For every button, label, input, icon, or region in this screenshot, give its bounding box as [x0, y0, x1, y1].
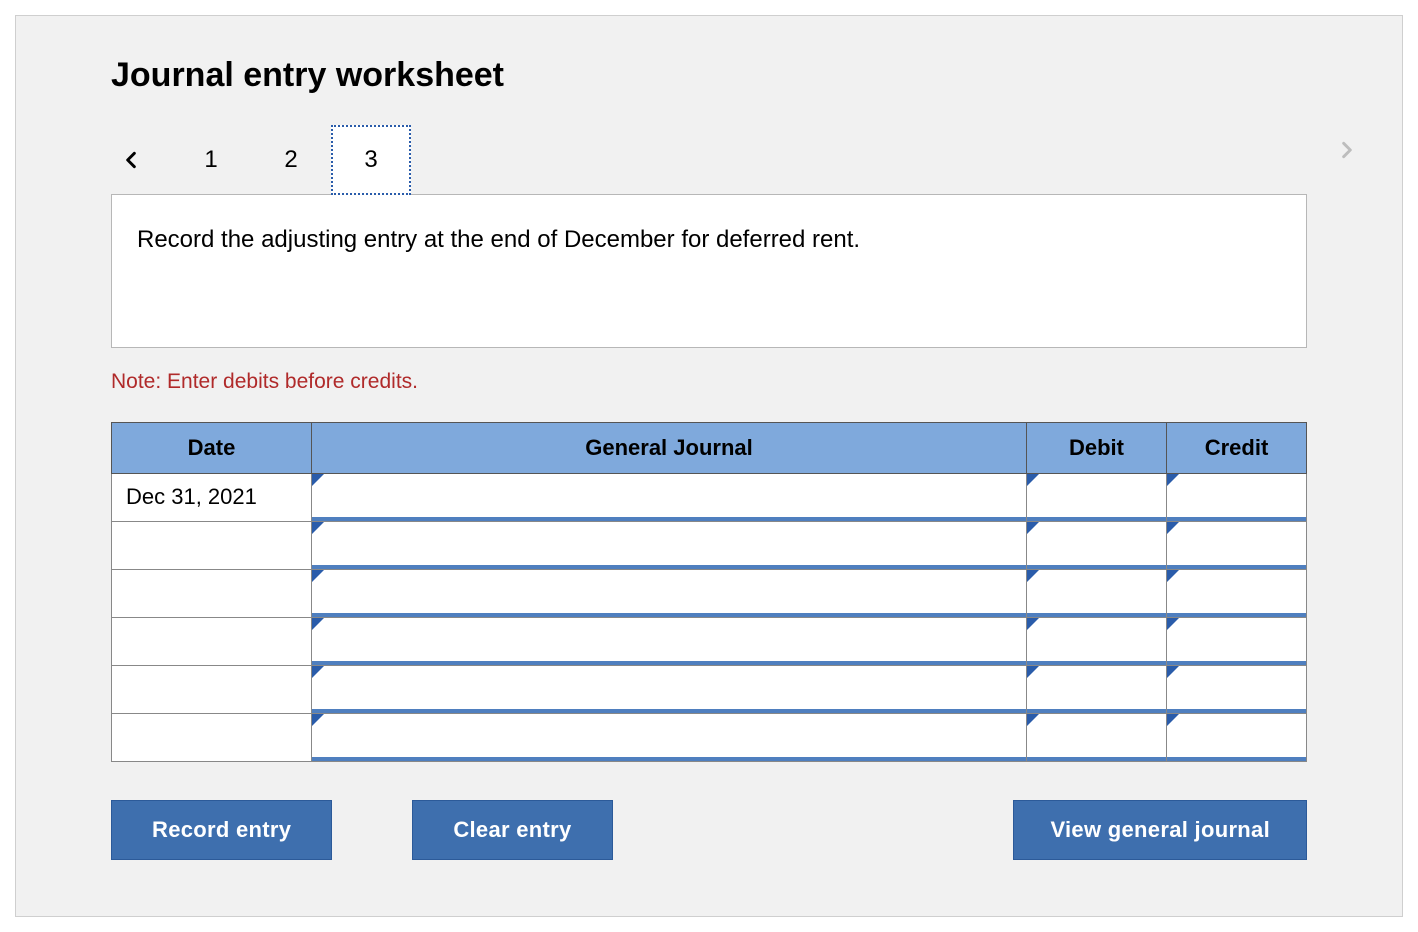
page-title: Journal entry worksheet: [111, 56, 1307, 95]
general-journal-cell[interactable]: [312, 521, 1027, 569]
journal-table: Date General Journal Debit Credit Dec 31…: [111, 422, 1307, 762]
instruction-text: Record the adjusting entry at the end of…: [137, 226, 860, 253]
date-cell[interactable]: [112, 521, 312, 569]
note-text: Note: Enter debits before credits.: [111, 370, 1307, 394]
tab-row: 1 2 3: [111, 125, 1307, 195]
credit-cell[interactable]: [1167, 473, 1307, 521]
date-cell[interactable]: Dec 31, 2021: [112, 473, 312, 521]
date-cell[interactable]: [112, 665, 312, 713]
debit-cell[interactable]: [1027, 521, 1167, 569]
debit-cell[interactable]: [1027, 665, 1167, 713]
table-row: [112, 569, 1307, 617]
credit-cell[interactable]: [1167, 521, 1307, 569]
entry-tabs: 1 2 3: [171, 125, 411, 195]
tab-1[interactable]: 1: [171, 125, 251, 195]
debit-cell[interactable]: [1027, 713, 1167, 761]
clear-entry-button[interactable]: Clear entry: [412, 800, 612, 860]
col-header-debit: Debit: [1027, 422, 1167, 473]
button-row: Record entry Clear entry View general jo…: [111, 800, 1307, 890]
chevron-left-icon: [121, 145, 141, 175]
next-entry-button[interactable]: [1327, 130, 1367, 170]
debit-cell[interactable]: [1027, 569, 1167, 617]
general-journal-cell[interactable]: [312, 713, 1027, 761]
chevron-right-icon: [1337, 135, 1357, 165]
debit-cell[interactable]: [1027, 473, 1167, 521]
general-journal-cell[interactable]: [312, 617, 1027, 665]
credit-cell[interactable]: [1167, 569, 1307, 617]
table-row: [112, 713, 1307, 761]
tab-2[interactable]: 2: [251, 125, 331, 195]
date-cell[interactable]: [112, 617, 312, 665]
date-cell[interactable]: [112, 713, 312, 761]
credit-cell[interactable]: [1167, 713, 1307, 761]
table-header-row: Date General Journal Debit Credit: [112, 422, 1307, 473]
record-entry-button[interactable]: Record entry: [111, 800, 332, 860]
table-row: [112, 617, 1307, 665]
credit-cell[interactable]: [1167, 617, 1307, 665]
spacer: [693, 800, 934, 860]
general-journal-cell[interactable]: [312, 569, 1027, 617]
general-journal-cell[interactable]: [312, 665, 1027, 713]
table-row: [112, 665, 1307, 713]
table-row: Dec 31, 2021: [112, 473, 1307, 521]
tab-3[interactable]: 3: [331, 125, 411, 195]
debit-cell[interactable]: [1027, 617, 1167, 665]
credit-cell[interactable]: [1167, 665, 1307, 713]
col-header-date: Date: [112, 422, 312, 473]
table-row: [112, 521, 1307, 569]
date-cell[interactable]: [112, 569, 312, 617]
col-header-general-journal: General Journal: [312, 422, 1027, 473]
col-header-credit: Credit: [1167, 422, 1307, 473]
prev-entry-button[interactable]: [111, 140, 151, 180]
view-general-journal-button[interactable]: View general journal: [1013, 800, 1307, 860]
general-journal-cell[interactable]: [312, 473, 1027, 521]
instruction-box: Record the adjusting entry at the end of…: [111, 194, 1307, 348]
